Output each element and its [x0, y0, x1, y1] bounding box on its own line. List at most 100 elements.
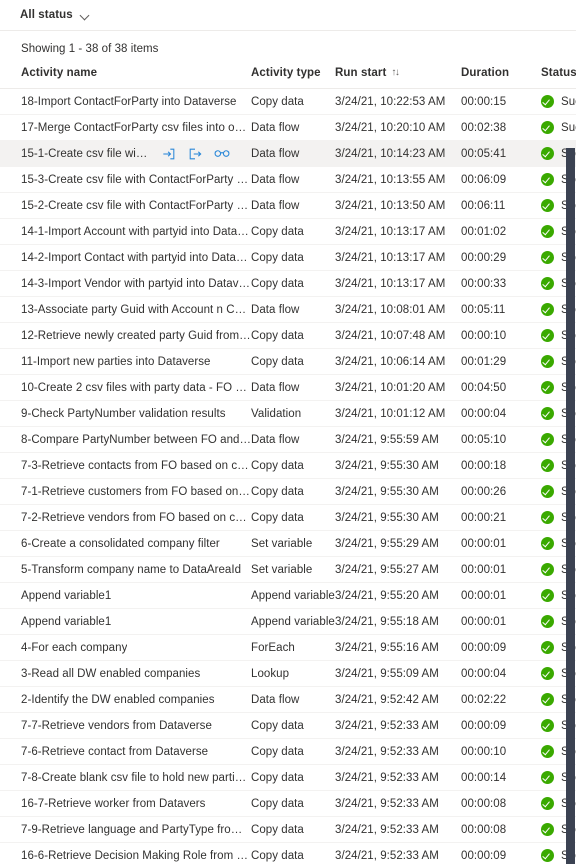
- cell-run-start: 3/24/21, 9:55:59 AM: [335, 426, 461, 453]
- vertical-scrollbar-thumb[interactable]: [566, 148, 575, 864]
- activity-name-cell-content: 14-3-Import Vendor with partyid into Dat…: [21, 278, 251, 290]
- success-check-icon: [541, 147, 554, 160]
- table-row[interactable]: 3-Read all DW enabled companies Lookup 3/2…: [0, 660, 576, 687]
- cell-run-start-text: 3/24/21, 9:55:30 AM: [335, 511, 439, 524]
- vertical-scrollbar-track[interactable]: [566, 148, 575, 864]
- table-row[interactable]: 2-Identify the DW enabled companies Data …: [0, 686, 576, 713]
- table-row[interactable]: 8-Compare PartyNumber between FO and Dat…: [0, 426, 576, 453]
- activity-name-text: 2-Identify the DW enabled companies: [21, 693, 215, 706]
- column-header-activity-type[interactable]: Activity type: [251, 64, 335, 89]
- table-row[interactable]: 11-Import new parties into Dataverse Copy…: [0, 348, 576, 375]
- cell-activity-name: 18-Import ContactForParty into Dataverse: [0, 88, 251, 115]
- cell-status: Succeeded: [541, 114, 576, 141]
- activity-name-text: 7-1-Retrieve customers from FO based on …: [21, 485, 251, 498]
- table-row[interactable]: 7-2-Retrieve vendors from FO based on co…: [0, 504, 576, 531]
- cell-duration: 00:00:33: [461, 270, 541, 297]
- cell-activity-type-text: Copy data: [251, 251, 304, 264]
- activity-name-text: 7-8-Create blank csv file to hold new pa…: [21, 771, 251, 784]
- activity-name-text: 5-Transform company name to DataAreaId: [21, 563, 242, 576]
- cell-run-start: 3/24/21, 9:55:30 AM: [335, 452, 461, 479]
- cell-duration: 00:00:09: [461, 712, 541, 739]
- table-row[interactable]: 7-7-Retrieve vendors from Dataverse Copy …: [0, 712, 576, 739]
- table-row[interactable]: 15-1-Create csv file with Cont... Data fl…: [0, 140, 576, 167]
- cell-activity-name: 14-1-Import Account with partyid into Da…: [0, 218, 251, 245]
- activity-name-cell-content: 7-1-Retrieve customers from FO based on …: [21, 486, 251, 498]
- table-row[interactable]: Append variable1 Append variable 3/24/21, …: [0, 608, 576, 635]
- success-check-icon: [541, 381, 554, 394]
- cell-activity-type: Copy data: [251, 790, 335, 817]
- success-check-icon: [541, 173, 554, 186]
- column-header-activity-name[interactable]: Activity name: [0, 64, 251, 89]
- cell-activity-type-text: Data flow: [251, 147, 300, 160]
- details-icon[interactable]: [214, 147, 230, 161]
- cell-activity-type: Set variable: [251, 556, 335, 583]
- cell-activity-type-text: Data flow: [251, 199, 300, 212]
- table-row[interactable]: 15-2-Create csv file with ContactForPart…: [0, 192, 576, 219]
- table-row[interactable]: 14-3-Import Vendor with partyid into Dat…: [0, 270, 576, 297]
- table-row[interactable]: 14-2-Import Contact with partyid into Da…: [0, 244, 576, 271]
- table-row[interactable]: 4-For each company ForEach 3/24/21, 9:55:1…: [0, 634, 576, 661]
- cell-run-start-text: 3/24/21, 9:52:33 AM: [335, 719, 439, 732]
- column-header-run-start[interactable]: Run start ↑↓: [335, 64, 461, 89]
- table-row[interactable]: 9-Check PartyNumber validation results Va…: [0, 400, 576, 427]
- cell-activity-type: Data flow: [251, 426, 335, 453]
- table-row[interactable]: 7-8-Create blank csv file to hold new pa…: [0, 764, 576, 791]
- cell-activity-name: 12-Retrieve newly created party Guid fro…: [0, 322, 251, 349]
- table-row[interactable]: 16-6-Retrieve Decision Making Role from …: [0, 842, 576, 864]
- table-row[interactable]: 17-Merge ContactForParty csv files into …: [0, 114, 576, 141]
- activity-name-text: 15-2-Create csv file with ContactForPart…: [21, 199, 251, 212]
- cell-activity-type: Copy data: [251, 504, 335, 531]
- table-row[interactable]: 13-Associate party Guid with Account n C…: [0, 296, 576, 323]
- cell-activity-type-text: Copy data: [251, 797, 304, 810]
- cell-activity-name: 3-Read all DW enabled companies: [0, 660, 251, 687]
- table-row[interactable]: 5-Transform company name to DataAreaId Se…: [0, 556, 576, 583]
- cell-activity-name: 15-3-Create csv file with ContactForPart…: [0, 166, 251, 193]
- cell-run-start-text: 3/24/21, 10:13:55 AM: [335, 173, 446, 186]
- cell-activity-type-text: Copy data: [251, 771, 304, 784]
- cell-activity-name: 7-2-Retrieve vendors from FO based on co…: [0, 504, 251, 531]
- activity-name-cell-content: 4-For each company: [21, 642, 251, 654]
- table-row[interactable]: 15-3-Create csv file with ContactForPart…: [0, 166, 576, 193]
- table-row[interactable]: 16-7-Retrieve worker from Datavers Copy d…: [0, 790, 576, 817]
- cell-activity-name: 15-2-Create csv file with ContactForPart…: [0, 192, 251, 219]
- cell-duration-text: 00:05:10: [461, 433, 507, 446]
- cell-duration: 00:06:11: [461, 192, 541, 219]
- table-row[interactable]: 7-6-Retrieve contact from Dataverse Copy …: [0, 738, 576, 765]
- cell-run-start: 3/24/21, 10:06:14 AM: [335, 348, 461, 375]
- cell-duration-text: 00:02:38: [461, 121, 507, 134]
- column-header-status[interactable]: Status: [541, 64, 576, 89]
- cell-activity-type: Copy data: [251, 738, 335, 765]
- table-row[interactable]: 7-3-Retrieve contacts from FO based on c…: [0, 452, 576, 479]
- success-check-icon: [541, 303, 554, 316]
- activity-name-text: 9-Check PartyNumber validation results: [21, 407, 226, 420]
- table-row[interactable]: 10-Create 2 csv files with party data - …: [0, 374, 576, 401]
- table-row[interactable]: 12-Retrieve newly created party Guid fro…: [0, 322, 576, 349]
- cell-run-start: 3/24/21, 9:52:33 AM: [335, 816, 461, 843]
- cell-activity-type: Data flow: [251, 296, 335, 323]
- table-row[interactable]: Append variable1 Append variable 3/24/21, …: [0, 582, 576, 609]
- status-text: Succeeded: [561, 95, 576, 108]
- cell-run-start-text: 3/24/21, 9:55:29 AM: [335, 537, 439, 550]
- output-icon[interactable]: [188, 147, 202, 161]
- column-header-duration[interactable]: Duration: [461, 64, 541, 89]
- status-filter-dropdown[interactable]: All status: [18, 7, 93, 23]
- cell-activity-type-text: Lookup: [251, 667, 290, 680]
- table-row[interactable]: 14-1-Import Account with partyid into Da…: [0, 218, 576, 245]
- cell-activity-type: Append variable: [251, 582, 335, 609]
- cell-run-start-text: 3/24/21, 9:55:16 AM: [335, 641, 439, 654]
- cell-duration: 00:05:11: [461, 296, 541, 323]
- table-row[interactable]: 6-Create a consolidated company filter Se…: [0, 530, 576, 557]
- cell-duration-text: 00:01:29: [461, 355, 507, 368]
- cell-duration: 00:00:14: [461, 764, 541, 791]
- table-row[interactable]: 7-9-Retrieve language and PartyType from…: [0, 816, 576, 843]
- cell-duration: 00:00:04: [461, 660, 541, 687]
- table-row[interactable]: 18-Import ContactForParty into Dataverse…: [0, 88, 576, 115]
- input-icon[interactable]: [162, 147, 176, 161]
- activity-name-cell-content: Append variable1: [21, 590, 251, 602]
- cell-run-start-text: 3/24/21, 10:14:23 AM: [335, 147, 446, 160]
- cell-run-start: 3/24/21, 10:20:10 AM: [335, 114, 461, 141]
- cell-activity-name: 7-1-Retrieve customers from FO based on …: [0, 478, 251, 505]
- column-header-label: Status: [541, 67, 576, 79]
- cell-duration-text: 00:01:02: [461, 225, 507, 238]
- table-row[interactable]: 7-1-Retrieve customers from FO based on …: [0, 478, 576, 505]
